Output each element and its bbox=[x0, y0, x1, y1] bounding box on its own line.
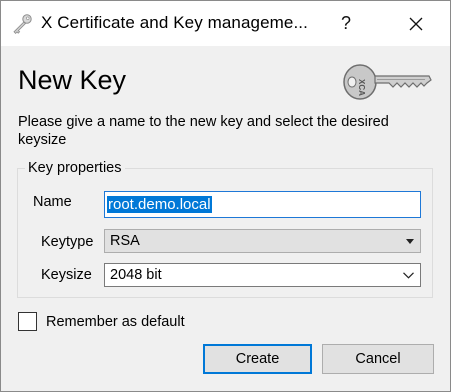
window-title: X Certificate and Key manageme... bbox=[41, 13, 308, 32]
key-icon bbox=[11, 13, 33, 35]
keysize-select[interactable]: 2048 bit bbox=[104, 263, 421, 287]
xca-key-icon: XCA bbox=[341, 63, 433, 101]
keytype-label: Keytype bbox=[41, 234, 94, 250]
keytype-select[interactable]: RSA bbox=[104, 229, 421, 253]
close-icon bbox=[409, 17, 423, 31]
create-button[interactable]: Create bbox=[203, 344, 312, 374]
name-label: Name bbox=[33, 194, 72, 210]
svg-text:XCA: XCA bbox=[357, 79, 366, 96]
help-button[interactable]: ? bbox=[326, 1, 366, 46]
page-title: New Key bbox=[18, 65, 127, 95]
keysize-label: Keysize bbox=[41, 267, 92, 283]
chevron-down-icon bbox=[403, 264, 414, 286]
instructions-text: Please give a name to the new key and se… bbox=[18, 114, 389, 148]
remember-default-checkbox[interactable] bbox=[18, 312, 37, 331]
title-bar[interactable]: X Certificate and Key manageme... ? bbox=[1, 1, 450, 46]
keysize-value: 2048 bit bbox=[110, 267, 162, 283]
name-input[interactable]: root.demo.local bbox=[104, 191, 421, 218]
new-key-dialog: X Certificate and Key manageme... ? New … bbox=[0, 0, 451, 392]
group-title: Key properties bbox=[25, 160, 125, 176]
close-button[interactable] bbox=[391, 1, 441, 46]
keytype-value: RSA bbox=[110, 233, 140, 249]
remember-default-label[interactable]: Remember as default bbox=[46, 314, 185, 330]
cancel-button[interactable]: Cancel bbox=[322, 344, 434, 374]
name-input-value: root.demo.local bbox=[107, 196, 212, 213]
dropdown-arrow-icon bbox=[406, 230, 414, 252]
